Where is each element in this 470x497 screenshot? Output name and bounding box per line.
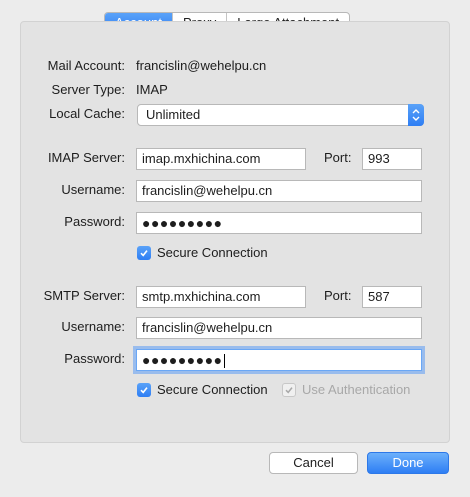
imap-username-input[interactable]: francislin@wehelpu.cn — [136, 180, 422, 202]
smtp-password-value: ●●●●●●●●● — [142, 352, 223, 368]
local-cache-select[interactable]: Unlimited — [137, 104, 424, 126]
select-stepper-icon — [408, 104, 424, 126]
smtp-password-label: Password: — [64, 351, 125, 366]
checkmark-icon — [282, 383, 296, 397]
imap-password-label: Password: — [64, 214, 125, 229]
cancel-button[interactable]: Cancel — [269, 452, 358, 474]
server-type-label: Server Type: — [51, 82, 125, 97]
smtp-port-input[interactable]: 587 — [362, 286, 422, 308]
imap-server-label: IMAP Server: — [47, 150, 125, 165]
done-button[interactable]: Done — [367, 452, 449, 474]
imap-secure-connection-checkbox[interactable]: Secure Connection — [137, 244, 268, 262]
local-cache-selected-value: Unlimited — [146, 107, 201, 122]
imap-password-input[interactable]: ●●●●●●●●● — [136, 212, 422, 234]
smtp-server-input[interactable]: smtp.mxhichina.com — [136, 286, 306, 308]
checkmark-icon — [137, 246, 151, 260]
smtp-secure-connection-checkbox[interactable]: Secure Connection — [137, 381, 268, 399]
smtp-port-label: Port: — [324, 288, 352, 303]
mail-account-label: Mail Account: — [47, 58, 125, 73]
imap-secure-connection-label: Secure Connection — [157, 245, 268, 260]
server-type-value: IMAP — [136, 82, 168, 97]
use-authentication-label: Use Authentication — [302, 382, 411, 397]
checkmark-icon — [137, 383, 151, 397]
imap-port-input[interactable]: 993 — [362, 148, 422, 170]
smtp-username-input[interactable]: francislin@wehelpu.cn — [136, 317, 422, 339]
mail-account-value: francislin@wehelpu.cn — [136, 58, 267, 73]
imap-username-label: Username: — [61, 182, 125, 197]
smtp-password-input[interactable]: ●●●●●●●●● — [136, 349, 422, 371]
use-authentication-checkbox[interactable]: Use Authentication — [282, 381, 410, 399]
smtp-server-label: SMTP Server: — [43, 288, 125, 303]
imap-port-label: Port: — [324, 150, 352, 165]
imap-server-input[interactable]: imap.mxhichina.com — [136, 148, 306, 170]
text-cursor — [223, 354, 225, 369]
smtp-secure-connection-label: Secure Connection — [157, 382, 268, 397]
smtp-username-label: Username: — [61, 319, 125, 334]
local-cache-label: Local Cache: — [49, 106, 125, 121]
